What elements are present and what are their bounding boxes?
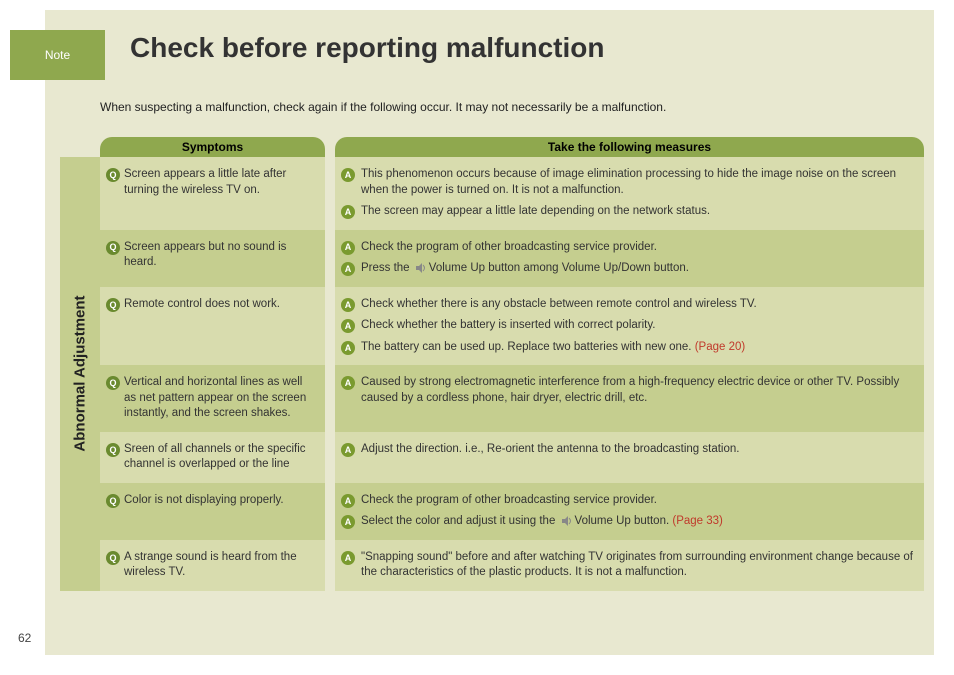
answer-badge-icon: A bbox=[341, 298, 355, 312]
answer-line: A Check the program of other broadcasting… bbox=[341, 240, 914, 256]
symptom-text: Vertical and horizontal lines as well as… bbox=[124, 375, 317, 422]
troubleshooting-table: Symptoms Take the following measures Abn… bbox=[60, 135, 924, 645]
table-header: Symptoms Take the following measures bbox=[60, 135, 924, 157]
answer-badge-icon: A bbox=[341, 551, 355, 565]
question-badge-icon: Q bbox=[106, 376, 120, 390]
answer-line: A This phenomenon occurs because of image… bbox=[341, 167, 914, 198]
symptom-cell: Q Remote control does not work. bbox=[100, 287, 325, 366]
answer-line: A Check whether the battery is inserted w… bbox=[341, 318, 914, 334]
question-badge-icon: Q bbox=[106, 168, 120, 182]
symptom-cell: Q A strange sound is heard from the wirel… bbox=[100, 540, 325, 591]
symptom-cell: Q Vertical and horizontal lines as well a… bbox=[100, 365, 325, 432]
question-badge-icon: Q bbox=[106, 443, 120, 457]
answer-badge-icon: A bbox=[341, 168, 355, 182]
symptom-cell: Q Sreen of all channels or the specific c… bbox=[100, 432, 325, 483]
table-row: Q Color is not displaying properly. A Check… bbox=[100, 483, 924, 540]
table-row: Q Remote control does not work. A Check whe… bbox=[100, 287, 924, 366]
table-row: Q Screen appears a little late after turn… bbox=[100, 157, 924, 230]
answer-badge-icon: A bbox=[341, 494, 355, 508]
table-row: Q Sreen of all channels or the specific c… bbox=[100, 432, 924, 483]
answer-text: Check whether there is any obstacle betw… bbox=[361, 297, 757, 313]
question-badge-icon: Q bbox=[106, 241, 120, 255]
col-header-symptoms: Symptoms bbox=[100, 137, 325, 157]
answer-text: The screen may appear a little late depe… bbox=[361, 204, 710, 220]
measures-cell: A "Snapping sound" before and after watch… bbox=[335, 540, 924, 591]
table-row: Q Screen appears but no sound is heard. AC… bbox=[100, 230, 924, 287]
answer-line: A The screen may appear a little late dep… bbox=[341, 204, 914, 220]
answer-line: A Caused by strong electromagnetic interf… bbox=[341, 375, 914, 406]
page-number: 62 bbox=[18, 631, 31, 645]
answer-text: Adjust the direction. i.e., Re-orient th… bbox=[361, 442, 739, 458]
answer-text: The battery can be used up. Replace two … bbox=[361, 340, 745, 356]
symptom-text: Color is not displaying properly. bbox=[124, 493, 284, 509]
symptom-cell: Q Color is not displaying properly. bbox=[100, 483, 325, 540]
measures-cell: A Check whether there is any obstacle bet… bbox=[335, 287, 924, 366]
answer-text: This phenomenon occurs because of image … bbox=[361, 167, 914, 198]
measures-cell: A Check the program of other broadcasting… bbox=[335, 230, 924, 287]
answer-text: Caused by strong electromagnetic interfe… bbox=[361, 375, 914, 406]
table-row: Q Vertical and horizontal lines as well a… bbox=[100, 365, 924, 432]
answer-badge-icon: A bbox=[341, 205, 355, 219]
symptom-text: A strange sound is heard from the wirele… bbox=[124, 550, 317, 581]
answer-badge-icon: A bbox=[341, 341, 355, 355]
volume-up-icon bbox=[415, 263, 427, 273]
symptom-text: Sreen of all channels or the specific ch… bbox=[124, 442, 317, 473]
answer-badge-icon: A bbox=[341, 319, 355, 333]
answer-text: Check whether the battery is inserted wi… bbox=[361, 318, 655, 334]
volume-up-icon bbox=[561, 516, 573, 526]
question-badge-icon: Q bbox=[106, 551, 120, 565]
answer-badge-icon: A bbox=[341, 515, 355, 529]
answer-line: A Adjust the direction. i.e., Re-orient t… bbox=[341, 442, 914, 458]
page-reference: (Page 20) bbox=[695, 341, 746, 353]
symptom-text: Screen appears but no sound is heard. bbox=[124, 240, 317, 271]
answer-line: A Check whether there is any obstacle bet… bbox=[341, 297, 914, 313]
answer-line: A Press the Volume Up button among Volume… bbox=[341, 261, 914, 277]
answer-text: Press the Volume Up button among Volume … bbox=[361, 261, 689, 277]
answer-badge-icon: A bbox=[341, 376, 355, 390]
symptom-cell: Q Screen appears but no sound is heard. bbox=[100, 230, 325, 287]
answer-text: Select the color and adjust it using the… bbox=[361, 514, 723, 530]
answer-text: Check the program of other broadcasting … bbox=[361, 493, 657, 509]
measures-cell: A This phenomenon occurs because of image… bbox=[335, 157, 924, 230]
symptom-text: Screen appears a little late after turni… bbox=[124, 167, 317, 198]
answer-line: A Select the color and adjust it using th… bbox=[341, 514, 914, 530]
answer-text: Check the program of other broadcasting … bbox=[361, 240, 657, 256]
measures-cell: A Check the program of other broadcasting… bbox=[335, 483, 924, 540]
measures-cell: A Adjust the direction. i.e., Re-orient t… bbox=[335, 432, 924, 483]
note-tab: Note bbox=[10, 30, 105, 80]
answer-badge-icon: A bbox=[341, 241, 355, 255]
page-reference: (Page 33) bbox=[672, 515, 723, 527]
answer-badge-icon: A bbox=[341, 262, 355, 276]
col-header-measures: Take the following measures bbox=[335, 137, 924, 157]
category-column: Abnormal Adjustment bbox=[60, 157, 100, 591]
intro-text: When suspecting a malfunction, check aga… bbox=[100, 100, 666, 114]
question-badge-icon: Q bbox=[106, 298, 120, 312]
answer-line: A The battery can be used up. Replace two… bbox=[341, 340, 914, 356]
answer-text: "Snapping sound" before and after watchi… bbox=[361, 550, 914, 581]
symptom-cell: Q Screen appears a little late after turn… bbox=[100, 157, 325, 230]
table-row: Q A strange sound is heard from the wirel… bbox=[100, 540, 924, 591]
question-badge-icon: Q bbox=[106, 494, 120, 508]
category-label: Abnormal Adjustment bbox=[72, 296, 89, 452]
note-label: Note bbox=[45, 48, 70, 62]
answer-line: A "Snapping sound" before and after watch… bbox=[341, 550, 914, 581]
answer-line: A Check the program of other broadcasting… bbox=[341, 493, 914, 509]
page-title: Check before reporting malfunction bbox=[130, 32, 605, 64]
answer-badge-icon: A bbox=[341, 443, 355, 457]
symptom-text: Remote control does not work. bbox=[124, 297, 280, 313]
measures-cell: A Caused by strong electromagnetic interf… bbox=[335, 365, 924, 432]
